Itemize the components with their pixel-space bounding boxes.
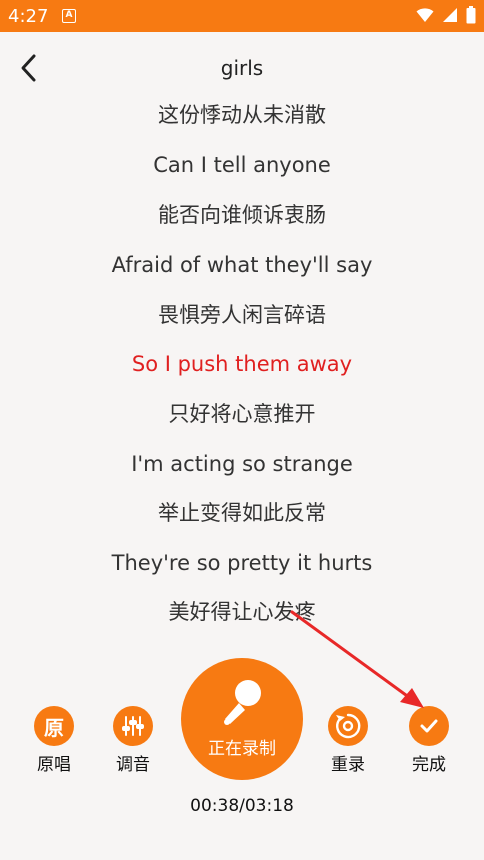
status-time: 4:27 <box>8 6 49 27</box>
original-vocal-glyph: 原 <box>44 715 64 740</box>
lyric-line-active: So I push them away <box>131 352 353 376</box>
lyric-line: 美好得让心发疼 <box>168 600 316 622</box>
lyric-line: Can I tell anyone <box>153 153 331 177</box>
check-icon <box>409 706 449 746</box>
original-vocal-button[interactable]: 原 原唱 <box>19 706 89 775</box>
lyrics-panel: 这份悸动从未消散 Can I tell anyone 能否向谁倾诉衷肠 Afra… <box>0 92 484 622</box>
battery-icon <box>466 6 476 24</box>
lyric-line: 这份悸动从未消散 <box>158 103 326 127</box>
original-vocal-label: 原唱 <box>37 755 71 775</box>
done-label: 完成 <box>412 755 446 775</box>
record-button[interactable]: 正在录制 <box>181 658 303 780</box>
lyric-line: Afraid of what they'll say <box>111 253 373 277</box>
restart-icon <box>328 706 368 746</box>
notification-a-icon: A <box>62 9 76 23</box>
rerecord-label: 重录 <box>331 755 365 775</box>
tune-button[interactable]: 调音 <box>98 706 168 775</box>
equalizer-icon <box>113 706 153 746</box>
record-label: 正在录制 <box>208 739 276 759</box>
status-icons <box>416 6 476 24</box>
lyric-line: 举止变得如此反常 <box>158 501 326 525</box>
rerecord-button[interactable]: 重录 <box>313 706 383 775</box>
lyric-line: 畏惧旁人闲言碎语 <box>158 303 326 327</box>
microphone-icon <box>224 680 261 725</box>
lyric-line: 能否向谁倾诉衷肠 <box>158 203 326 227</box>
original-vocal-icon: 原 <box>34 706 74 746</box>
done-button[interactable]: 完成 <box>394 706 464 775</box>
record-controls: 原 原唱 调音 正在录制 重录 完成 <box>0 650 484 780</box>
lyric-line: They're so pretty it hurts <box>111 551 373 575</box>
tune-label: 调音 <box>116 755 150 775</box>
wifi-icon <box>416 8 434 22</box>
lyric-line: I'm acting so strange <box>131 452 353 476</box>
signal-icon <box>443 8 457 22</box>
lyric-line: 只好将心意推开 <box>168 402 316 426</box>
status-bar: 4:27 A <box>0 0 484 32</box>
song-title: girls <box>220 56 264 80</box>
recording-time: 00:38/03:18 <box>190 796 294 816</box>
